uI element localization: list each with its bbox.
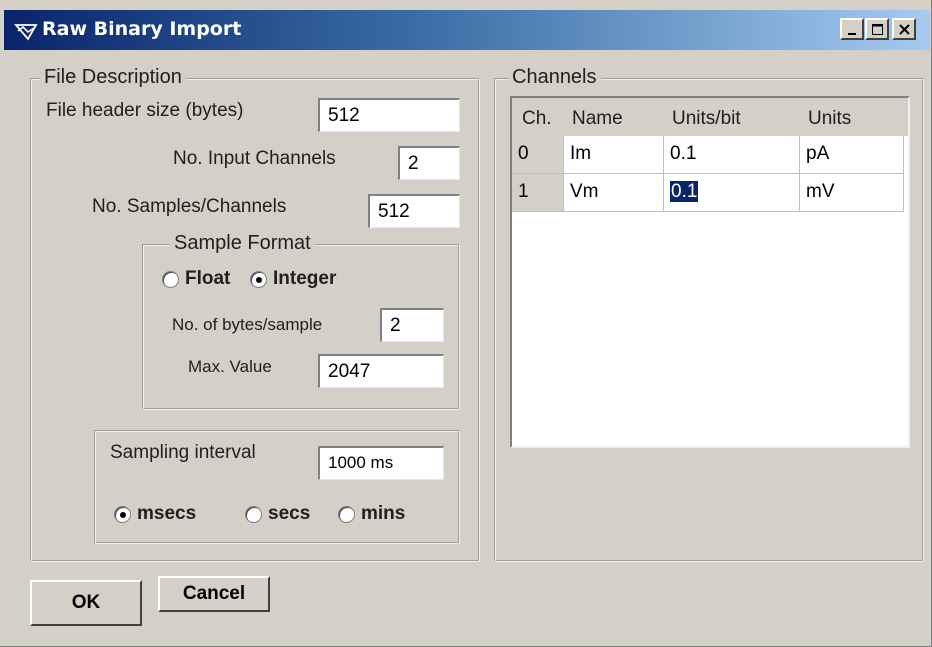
msecs-radio-label: msecs [137,503,197,524]
cancel-button[interactable]: Cancel [158,576,270,612]
secs-radio[interactable]: secs [245,502,310,526]
column-header-name[interactable]: Name [566,104,629,134]
msecs-radio[interactable]: msecs [114,502,196,526]
float-radio-circle [162,270,179,288]
mins-radio[interactable]: mins [338,502,405,526]
table-cell-units-per-bit[interactable]: 0.1 [664,136,800,174]
column-header-ch[interactable]: Ch. [516,104,558,134]
ok-button[interactable]: OK [30,580,142,626]
table-cell-ch: 1 [512,174,564,212]
input-channels-input[interactable]: 2 [398,146,460,180]
minimize-button[interactable] [840,18,864,40]
channels-table-header: Ch. Name Units/bit Units [512,98,908,136]
float-radio[interactable]: Float [162,267,230,291]
sampling-interval-label: Sampling interval [110,442,256,463]
samples-per-channel-label: No. Samples/Channels [92,196,287,217]
column-header-units-per-bit[interactable]: Units/bit [666,104,747,134]
maximize-button[interactable] [865,18,889,40]
max-value-label: Max. Value [188,357,272,376]
raw-binary-import-dialog: Raw Binary Import File Description File … [0,0,932,647]
close-button[interactable] [892,18,916,40]
file-description-legend: File Description [40,66,186,89]
table-cell-name[interactable]: Vm [564,174,664,212]
bytes-per-sample-input[interactable]: 2 [380,308,444,342]
sampling-interval-input[interactable]: 1000 ms [318,446,444,480]
header-size-label: File header size (bytes) [46,100,244,121]
float-radio-label: Float [185,268,231,289]
table-cell-units[interactable]: pA [800,136,904,174]
channels-table[interactable]: Ch. Name Units/bit Units 0 Im 0.1 pA 1 V… [510,96,910,448]
radio-selected-dot [120,511,126,518]
mins-radio-label: mins [361,503,406,524]
column-header-units[interactable]: Units [802,104,857,134]
radio-selected-dot [256,276,262,283]
sample-format-legend: Sample Format [170,232,315,255]
close-icon [899,24,910,35]
table-cell-units-per-bit-editing[interactable]: 0.1 [664,174,800,212]
mins-radio-circle [338,505,355,523]
table-cell-ch: 0 [512,136,564,174]
header-size-input[interactable]: 512 [318,98,460,132]
input-channels-label: No. Input Channels [173,148,336,169]
table-cell-name[interactable]: Im [564,136,664,174]
max-value-input[interactable]: 2047 [318,354,444,388]
title-bar[interactable]: Raw Binary Import [4,10,930,50]
secs-radio-label: secs [268,503,311,524]
samples-per-channel-input[interactable]: 512 [368,194,460,228]
channels-legend: Channels [508,66,601,89]
secs-radio-circle [245,505,262,523]
window-title: Raw Binary Import [42,18,242,40]
app-icon [14,24,38,41]
integer-radio-label: Integer [273,268,337,289]
maximize-icon [872,24,883,35]
integer-radio-circle [250,270,267,288]
selected-cell-text[interactable]: 0.1 [670,181,699,202]
integer-radio[interactable]: Integer [250,267,336,291]
minimize-icon [848,33,856,35]
bytes-per-sample-label: No. of bytes/sample [172,315,323,334]
table-cell-units[interactable]: mV [800,174,904,212]
msecs-radio-circle [114,505,131,523]
